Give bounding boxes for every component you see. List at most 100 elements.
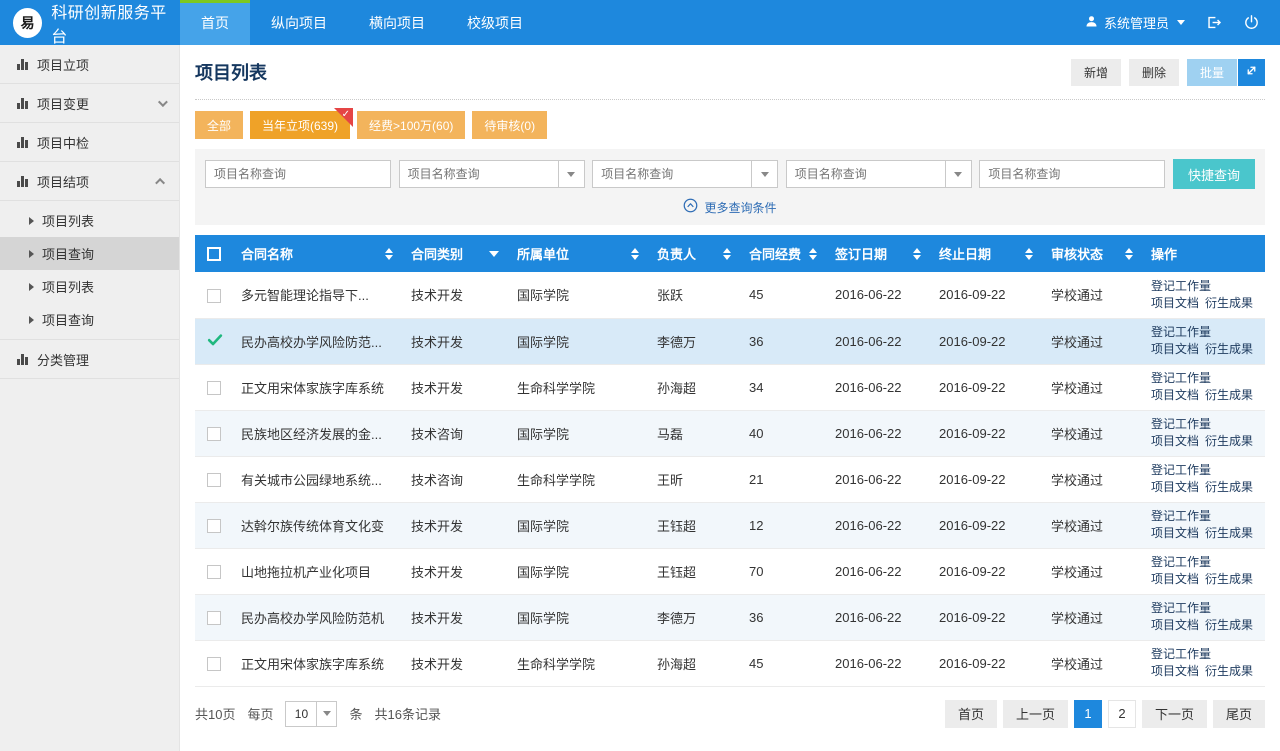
table-row[interactable]: 民族地区经济发展的金... 技术咨询 国际学院 马磊 40 2016-06-22…	[195, 410, 1265, 456]
register-workload-link[interactable]: 登记工作量	[1151, 600, 1211, 617]
delete-button[interactable]: 删除	[1129, 59, 1179, 86]
sort-icon[interactable]	[1025, 248, 1033, 260]
page-1-button[interactable]: 1	[1074, 700, 1102, 728]
sidebar-item-project-initiation[interactable]: 项目立项	[0, 45, 179, 84]
register-workload-link[interactable]: 登记工作量	[1151, 646, 1211, 663]
more-conditions-link[interactable]: 更多查询条件	[205, 198, 1255, 216]
row-checkbox[interactable]	[207, 473, 221, 487]
derived-results-link[interactable]: 衍生成果	[1205, 617, 1253, 634]
table-row[interactable]: 正文用宋体家族字库系统 技术开发 生命科学学院 孙海超 45 2016-06-2…	[195, 640, 1265, 686]
sort-icon[interactable]	[913, 248, 921, 260]
project-docs-link[interactable]: 项目文档	[1151, 341, 1199, 358]
table-row[interactable]: 正文用宋体家族字库系统 技术开发 生命科学学院 孙海超 34 2016-06-2…	[195, 364, 1265, 410]
project-docs-link[interactable]: 项目文档	[1151, 525, 1199, 542]
project-docs-link[interactable]: 项目文档	[1151, 295, 1199, 312]
per-page-select[interactable]: 10	[285, 701, 337, 727]
nav-vertical-projects[interactable]: 纵向项目	[250, 0, 348, 45]
expand-button[interactable]	[1238, 59, 1265, 86]
sort-icon[interactable]	[1125, 248, 1133, 260]
select-all-checkbox[interactable]	[207, 247, 221, 261]
row-checkbox[interactable]	[207, 611, 221, 625]
project-docs-link[interactable]: 项目文档	[1151, 433, 1199, 450]
filter-all[interactable]: 全部	[195, 111, 243, 139]
register-workload-link[interactable]: 登记工作量	[1151, 370, 1211, 387]
user-menu[interactable]: 系统管理员	[1084, 13, 1185, 32]
sort-icon[interactable]	[385, 248, 393, 260]
sort-icon[interactable]	[809, 248, 817, 260]
table-row[interactable]: 民办高校办学风险防范机 技术开发 国际学院 李德万 36 2016-06-22 …	[195, 594, 1265, 640]
row-checkbox[interactable]	[207, 565, 221, 579]
column-dropdown-icon[interactable]	[489, 251, 499, 257]
register-workload-link[interactable]: 登记工作量	[1151, 278, 1211, 295]
row-checkbox[interactable]	[207, 289, 221, 303]
register-workload-link[interactable]: 登记工作量	[1151, 416, 1211, 433]
project-docs-link[interactable]: 项目文档	[1151, 571, 1199, 588]
project-docs-link[interactable]: 项目文档	[1151, 387, 1199, 404]
search-select-3-input[interactable]	[787, 167, 945, 181]
first-page-button[interactable]: 首页	[945, 700, 997, 728]
sort-icon[interactable]	[631, 248, 639, 260]
sidebar-item-project-midcheck[interactable]: 项目中检	[0, 123, 179, 162]
register-workload-link[interactable]: 登记工作量	[1151, 324, 1211, 341]
table-row[interactable]: 有关城市公园绿地系统... 技术咨询 生命科学学院 王昕 21 2016-06-…	[195, 456, 1265, 502]
fee: 45	[749, 287, 763, 302]
row-checkbox[interactable]	[207, 657, 221, 671]
page-2-button[interactable]: 2	[1108, 700, 1136, 728]
next-page-button[interactable]: 下一页	[1142, 700, 1207, 728]
search-select-1-input[interactable]	[400, 167, 558, 181]
table-row[interactable]: 山地拖拉机产业化项目 技术开发 国际学院 王钰超 70 2016-06-22 2…	[195, 548, 1265, 594]
register-workload-link[interactable]: 登记工作量	[1151, 508, 1211, 525]
sidebar-item-category-management[interactable]: 分类管理	[0, 340, 179, 379]
derived-results-link[interactable]: 衍生成果	[1205, 479, 1253, 496]
logout-icon[interactable]	[1205, 14, 1223, 31]
nav-home[interactable]: 首页	[180, 0, 250, 45]
register-workload-link[interactable]: 登记工作量	[1151, 554, 1211, 571]
search-select-2-input[interactable]	[593, 167, 751, 181]
table-row[interactable]: 达斡尔族传统体育文化变 技术开发 国际学院 王钰超 12 2016-06-22 …	[195, 502, 1265, 548]
sign-date: 2016-06-22	[835, 334, 902, 349]
derived-results-link[interactable]: 衍生成果	[1205, 663, 1253, 680]
row-checkbox[interactable]	[207, 519, 221, 533]
row-checkbox[interactable]	[207, 381, 221, 395]
status: 学校通过	[1051, 335, 1103, 350]
select-arrow-icon[interactable]	[751, 161, 777, 187]
sort-icon[interactable]	[723, 248, 731, 260]
derived-results-link[interactable]: 衍生成果	[1205, 295, 1253, 312]
derived-results-link[interactable]: 衍生成果	[1205, 387, 1253, 404]
derived-results-link[interactable]: 衍生成果	[1205, 571, 1253, 588]
bar-chart-icon	[17, 176, 28, 187]
nav-horizontal-projects[interactable]: 横向项目	[348, 0, 446, 45]
project-docs-link[interactable]: 项目文档	[1151, 663, 1199, 680]
project-docs-link[interactable]: 项目文档	[1151, 479, 1199, 496]
register-workload-link[interactable]: 登记工作量	[1151, 462, 1211, 479]
batch-button[interactable]: 批量	[1187, 59, 1237, 86]
search-input-1[interactable]	[205, 160, 391, 188]
last-page-button[interactable]: 尾页	[1213, 700, 1265, 728]
select-arrow-icon[interactable]	[945, 161, 971, 187]
add-button[interactable]: 新增	[1071, 59, 1121, 86]
selected-check-icon[interactable]	[207, 334, 223, 349]
quick-search-button[interactable]: 快捷查询	[1173, 159, 1255, 189]
sidebar-item-project-change[interactable]: 项目变更	[0, 84, 179, 123]
sidebar-subitem-project-query-2[interactable]: 项目查询	[0, 303, 179, 336]
sidebar-item-project-closing[interactable]: 项目结项	[0, 162, 179, 201]
filter-current-year[interactable]: 当年立项(639) ✓	[250, 111, 350, 139]
sidebar-item-label: 项目结项	[37, 172, 89, 191]
filter-funds-over-100[interactable]: 经费>100万(60)	[357, 111, 465, 139]
derived-results-link[interactable]: 衍生成果	[1205, 433, 1253, 450]
power-icon[interactable]	[1243, 14, 1260, 31]
sidebar-subitem-project-list-1[interactable]: 项目列表	[0, 204, 179, 237]
derived-results-link[interactable]: 衍生成果	[1205, 525, 1253, 542]
select-arrow-icon[interactable]	[558, 161, 584, 187]
sidebar-subitem-project-list-2[interactable]: 项目列表	[0, 270, 179, 303]
table-row-selected[interactable]: 民办高校办学风险防范... 技术开发 国际学院 李德万 36 2016-06-2…	[195, 318, 1265, 364]
table-row[interactable]: 多元智能理论指导下... 技术开发 国际学院 张跃 45 2016-06-22 …	[195, 272, 1265, 318]
sidebar-subitem-project-query-1[interactable]: 项目查询	[0, 237, 179, 270]
prev-page-button[interactable]: 上一页	[1003, 700, 1068, 728]
row-checkbox[interactable]	[207, 427, 221, 441]
derived-results-link[interactable]: 衍生成果	[1205, 341, 1253, 358]
project-docs-link[interactable]: 项目文档	[1151, 617, 1199, 634]
search-input-2[interactable]	[979, 160, 1165, 188]
filter-pending-review[interactable]: 待审核(0)	[472, 111, 547, 139]
nav-school-projects[interactable]: 校级项目	[446, 0, 544, 45]
